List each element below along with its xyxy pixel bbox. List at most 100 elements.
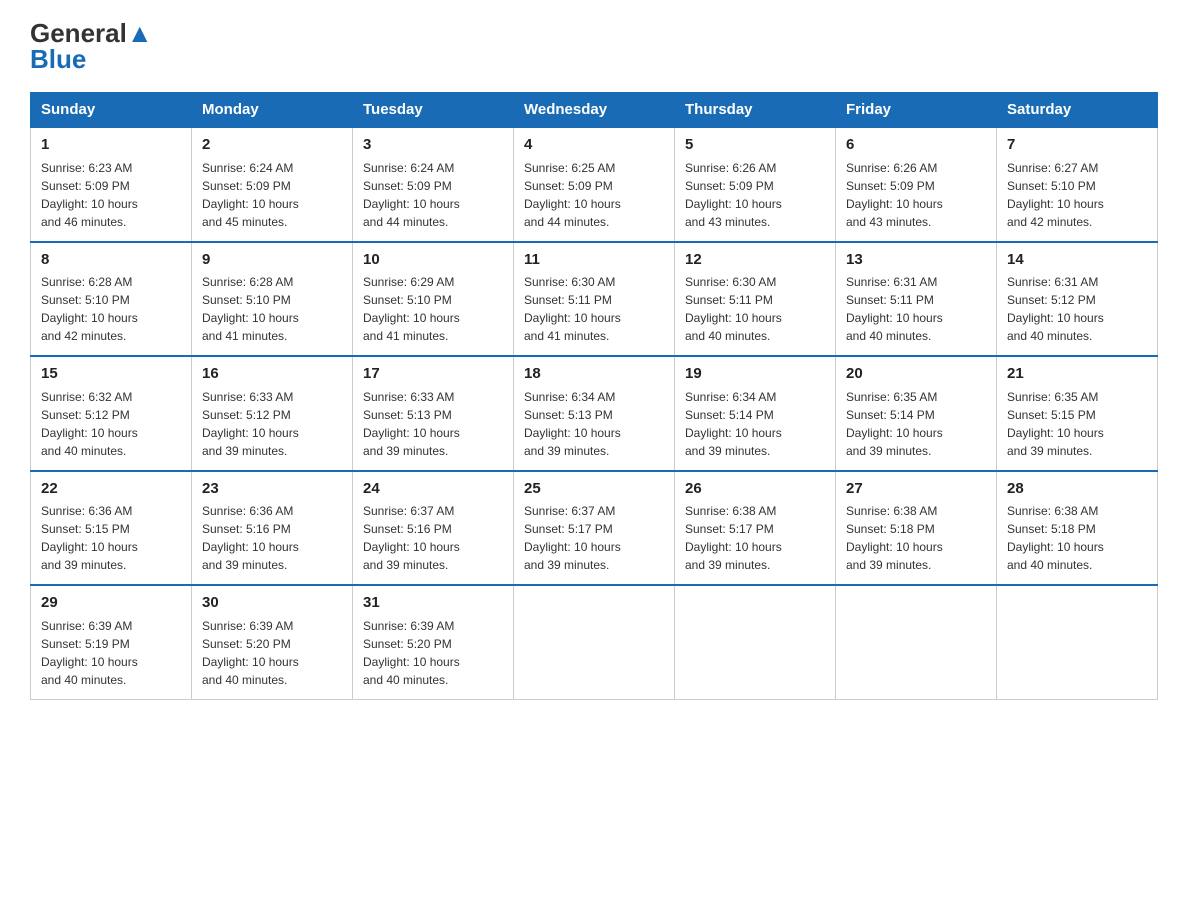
sunset-label: Sunset: 5:13 PM bbox=[524, 408, 613, 422]
day-number: 21 bbox=[1007, 363, 1147, 386]
sunrise-label: Sunrise: 6:24 AM bbox=[202, 161, 293, 175]
daylight-label: Daylight: 10 hours bbox=[846, 426, 943, 440]
calendar-cell: 14 Sunrise: 6:31 AM Sunset: 5:12 PM Dayl… bbox=[997, 242, 1158, 357]
daylight-value: and 41 minutes. bbox=[202, 329, 287, 343]
day-number: 16 bbox=[202, 363, 342, 386]
daylight-label: Daylight: 10 hours bbox=[41, 540, 138, 554]
sunset-label: Sunset: 5:16 PM bbox=[363, 522, 452, 536]
calendar-cell: 18 Sunrise: 6:34 AM Sunset: 5:13 PM Dayl… bbox=[514, 356, 675, 471]
daylight-value: and 42 minutes. bbox=[1007, 215, 1092, 229]
calendar-cell: 29 Sunrise: 6:39 AM Sunset: 5:19 PM Dayl… bbox=[31, 585, 192, 699]
sunset-label: Sunset: 5:14 PM bbox=[846, 408, 935, 422]
daylight-label: Daylight: 10 hours bbox=[1007, 197, 1104, 211]
day-number: 27 bbox=[846, 478, 986, 501]
calendar-cell: 8 Sunrise: 6:28 AM Sunset: 5:10 PM Dayli… bbox=[31, 242, 192, 357]
daylight-label: Daylight: 10 hours bbox=[1007, 540, 1104, 554]
daylight-value: and 40 minutes. bbox=[202, 673, 287, 687]
sunrise-label: Sunrise: 6:37 AM bbox=[524, 504, 615, 518]
daylight-label: Daylight: 10 hours bbox=[363, 197, 460, 211]
daylight-value: and 39 minutes. bbox=[846, 558, 931, 572]
daylight-value: and 39 minutes. bbox=[1007, 444, 1092, 458]
calendar-cell: 9 Sunrise: 6:28 AM Sunset: 5:10 PM Dayli… bbox=[192, 242, 353, 357]
calendar-cell: 5 Sunrise: 6:26 AM Sunset: 5:09 PM Dayli… bbox=[675, 127, 836, 242]
daylight-label: Daylight: 10 hours bbox=[524, 540, 621, 554]
sunrise-label: Sunrise: 6:31 AM bbox=[846, 275, 937, 289]
calendar-cell: 4 Sunrise: 6:25 AM Sunset: 5:09 PM Dayli… bbox=[514, 127, 675, 242]
calendar-cell: 25 Sunrise: 6:37 AM Sunset: 5:17 PM Dayl… bbox=[514, 471, 675, 586]
daylight-value: and 44 minutes. bbox=[363, 215, 448, 229]
calendar-table: SundayMondayTuesdayWednesdayThursdayFrid… bbox=[30, 92, 1158, 700]
daylight-value: and 43 minutes. bbox=[846, 215, 931, 229]
daylight-value: and 39 minutes. bbox=[202, 444, 287, 458]
daylight-label: Daylight: 10 hours bbox=[846, 311, 943, 325]
daylight-label: Daylight: 10 hours bbox=[363, 540, 460, 554]
daylight-label: Daylight: 10 hours bbox=[524, 197, 621, 211]
calendar-cell: 26 Sunrise: 6:38 AM Sunset: 5:17 PM Dayl… bbox=[675, 471, 836, 586]
daylight-value: and 39 minutes. bbox=[685, 444, 770, 458]
sunrise-label: Sunrise: 6:28 AM bbox=[41, 275, 132, 289]
calendar-cell bbox=[514, 585, 675, 699]
sunset-label: Sunset: 5:20 PM bbox=[202, 637, 291, 651]
calendar-cell: 7 Sunrise: 6:27 AM Sunset: 5:10 PM Dayli… bbox=[997, 127, 1158, 242]
calendar-week-1: 1 Sunrise: 6:23 AM Sunset: 5:09 PM Dayli… bbox=[31, 127, 1158, 242]
daylight-label: Daylight: 10 hours bbox=[685, 540, 782, 554]
daylight-label: Daylight: 10 hours bbox=[363, 311, 460, 325]
day-number: 26 bbox=[685, 478, 825, 501]
day-number: 30 bbox=[202, 592, 342, 615]
calendar-cell bbox=[675, 585, 836, 699]
day-number: 17 bbox=[363, 363, 503, 386]
daylight-label: Daylight: 10 hours bbox=[846, 540, 943, 554]
daylight-label: Daylight: 10 hours bbox=[202, 426, 299, 440]
calendar-cell: 2 Sunrise: 6:24 AM Sunset: 5:09 PM Dayli… bbox=[192, 127, 353, 242]
calendar-cell: 23 Sunrise: 6:36 AM Sunset: 5:16 PM Dayl… bbox=[192, 471, 353, 586]
daylight-label: Daylight: 10 hours bbox=[363, 426, 460, 440]
calendar-week-4: 22 Sunrise: 6:36 AM Sunset: 5:15 PM Dayl… bbox=[31, 471, 1158, 586]
sunset-label: Sunset: 5:17 PM bbox=[685, 522, 774, 536]
sunrise-label: Sunrise: 6:39 AM bbox=[41, 619, 132, 633]
daylight-value: and 40 minutes. bbox=[41, 673, 126, 687]
daylight-value: and 39 minutes. bbox=[524, 444, 609, 458]
sunrise-label: Sunrise: 6:28 AM bbox=[202, 275, 293, 289]
sunset-label: Sunset: 5:15 PM bbox=[41, 522, 130, 536]
logo-general-text: General▲ bbox=[30, 20, 153, 46]
calendar-cell: 19 Sunrise: 6:34 AM Sunset: 5:14 PM Dayl… bbox=[675, 356, 836, 471]
day-number: 18 bbox=[524, 363, 664, 386]
day-number: 5 bbox=[685, 134, 825, 157]
day-number: 22 bbox=[41, 478, 181, 501]
calendar-cell: 31 Sunrise: 6:39 AM Sunset: 5:20 PM Dayl… bbox=[353, 585, 514, 699]
day-number: 23 bbox=[202, 478, 342, 501]
sunset-label: Sunset: 5:18 PM bbox=[1007, 522, 1096, 536]
sunset-label: Sunset: 5:10 PM bbox=[363, 293, 452, 307]
daylight-value: and 39 minutes. bbox=[685, 558, 770, 572]
calendar-cell: 22 Sunrise: 6:36 AM Sunset: 5:15 PM Dayl… bbox=[31, 471, 192, 586]
day-number: 31 bbox=[363, 592, 503, 615]
sunrise-label: Sunrise: 6:26 AM bbox=[846, 161, 937, 175]
calendar-cell: 20 Sunrise: 6:35 AM Sunset: 5:14 PM Dayl… bbox=[836, 356, 997, 471]
sunrise-label: Sunrise: 6:36 AM bbox=[41, 504, 132, 518]
day-number: 8 bbox=[41, 249, 181, 272]
calendar-cell: 16 Sunrise: 6:33 AM Sunset: 5:12 PM Dayl… bbox=[192, 356, 353, 471]
sunrise-label: Sunrise: 6:38 AM bbox=[685, 504, 776, 518]
daylight-label: Daylight: 10 hours bbox=[363, 655, 460, 669]
daylight-label: Daylight: 10 hours bbox=[202, 197, 299, 211]
day-number: 4 bbox=[524, 134, 664, 157]
col-header-tuesday: Tuesday bbox=[353, 93, 514, 128]
logo-triangle-icon: ▲ bbox=[127, 18, 153, 48]
calendar-cell bbox=[836, 585, 997, 699]
calendar-cell: 10 Sunrise: 6:29 AM Sunset: 5:10 PM Dayl… bbox=[353, 242, 514, 357]
sunset-label: Sunset: 5:18 PM bbox=[846, 522, 935, 536]
calendar-cell: 3 Sunrise: 6:24 AM Sunset: 5:09 PM Dayli… bbox=[353, 127, 514, 242]
daylight-label: Daylight: 10 hours bbox=[685, 197, 782, 211]
sunrise-label: Sunrise: 6:39 AM bbox=[202, 619, 293, 633]
daylight-label: Daylight: 10 hours bbox=[41, 197, 138, 211]
daylight-label: Daylight: 10 hours bbox=[41, 655, 138, 669]
sunset-label: Sunset: 5:10 PM bbox=[202, 293, 291, 307]
daylight-label: Daylight: 10 hours bbox=[524, 311, 621, 325]
sunrise-label: Sunrise: 6:33 AM bbox=[202, 390, 293, 404]
day-number: 28 bbox=[1007, 478, 1147, 501]
sunrise-label: Sunrise: 6:32 AM bbox=[41, 390, 132, 404]
day-number: 1 bbox=[41, 134, 181, 157]
daylight-value: and 40 minutes. bbox=[846, 329, 931, 343]
day-number: 12 bbox=[685, 249, 825, 272]
sunset-label: Sunset: 5:10 PM bbox=[41, 293, 130, 307]
